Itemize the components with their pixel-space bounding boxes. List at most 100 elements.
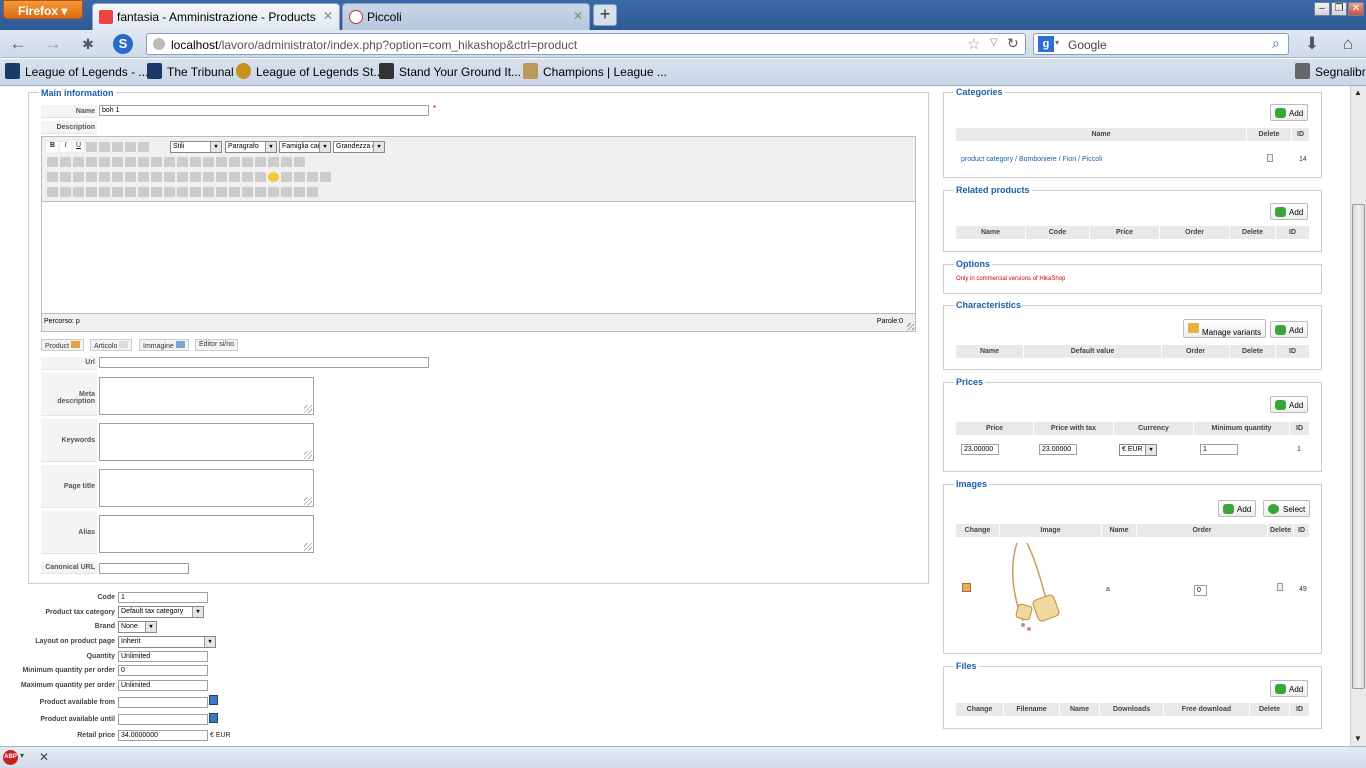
sync-icon[interactable]: S (113, 34, 133, 54)
cleanup-icon[interactable] (203, 157, 214, 167)
html-icon[interactable] (229, 157, 240, 167)
col-before-icon[interactable] (125, 172, 136, 182)
row-before-icon[interactable] (86, 172, 97, 182)
available-from-input[interactable] (118, 697, 208, 708)
subscript-icon[interactable] (229, 172, 240, 182)
alias-textarea[interactable] (99, 515, 314, 553)
redo-icon[interactable] (138, 157, 149, 167)
retail-price-input[interactable]: 34.0000000 (118, 730, 208, 741)
calendar-icon[interactable] (209, 695, 218, 705)
close-icon[interactable]: ✕ (573, 9, 583, 23)
col-after-icon[interactable] (138, 172, 149, 182)
paste-icon[interactable] (73, 187, 84, 197)
delete-row-icon[interactable] (112, 172, 123, 182)
merge-cells-icon[interactable] (177, 172, 188, 182)
scroll-down-icon[interactable]: ▼ (1354, 734, 1362, 743)
attribs-icon[interactable] (203, 187, 214, 197)
keywords-textarea[interactable] (99, 423, 314, 461)
firefox-menu-button[interactable]: Firefox ▾ (3, 0, 83, 19)
insert-article-button[interactable]: Articolo (90, 339, 133, 351)
google-icon[interactable]: g (1038, 36, 1054, 52)
align-right-icon[interactable] (125, 142, 136, 152)
close-icon[interactable]: ✕ (323, 9, 333, 23)
remove-format-icon[interactable] (203, 172, 214, 182)
paste-text-icon[interactable] (86, 187, 97, 197)
insert-date-icon[interactable] (242, 157, 253, 167)
tab-products[interactable]: fantasia - Amministrazione - Products ✕ (92, 3, 340, 30)
indent-icon[interactable] (112, 157, 123, 167)
pilcrow-icon[interactable] (320, 172, 331, 182)
bookmark-item[interactable]: League of Legends - ... (5, 63, 148, 79)
add-file-button[interactable]: Add (1270, 680, 1309, 697)
name-input[interactable]: boh 1 (99, 105, 429, 116)
abbr-icon[interactable] (151, 187, 162, 197)
category-path-link[interactable]: product category / Bomboniere / Fiori / … (961, 156, 1102, 163)
acronym-icon[interactable] (164, 187, 175, 197)
url-input[interactable] (99, 357, 429, 368)
superscript-icon[interactable] (242, 172, 253, 182)
rtl-icon[interactable] (307, 172, 318, 182)
reload-icon[interactable]: ↻ (1007, 35, 1019, 52)
min-quantity-input[interactable]: 0 (118, 665, 208, 676)
meta-description-textarea[interactable] (99, 377, 314, 415)
copy-icon[interactable] (60, 187, 71, 197)
max-quantity-input[interactable]: Unlimited (118, 680, 208, 691)
trash-icon[interactable] (1267, 154, 1273, 162)
quantity-input[interactable]: Unlimited (118, 651, 208, 662)
adblock-icon[interactable]: ABP (3, 750, 18, 765)
template-icon[interactable] (242, 187, 253, 197)
paste-word-icon[interactable] (99, 187, 110, 197)
image-order-input[interactable]: 0 (1194, 585, 1207, 596)
quote-icon[interactable] (294, 187, 305, 197)
brand-select[interactable]: None ▾ (118, 621, 157, 633)
ltr-icon[interactable] (294, 172, 305, 182)
charmap-icon[interactable] (255, 172, 266, 182)
cite-icon[interactable] (307, 187, 318, 197)
fullscreen-icon[interactable] (294, 157, 305, 167)
editor-content-area[interactable] (42, 201, 915, 314)
split-cells-icon[interactable] (164, 172, 175, 182)
preview-icon[interactable] (268, 187, 279, 197)
cell-props-icon[interactable] (73, 172, 84, 182)
del-icon[interactable] (177, 187, 188, 197)
delete-col-icon[interactable] (151, 172, 162, 182)
strikethrough-icon[interactable] (86, 142, 97, 152)
cut-icon[interactable] (47, 187, 58, 197)
ins-icon[interactable] (190, 187, 201, 197)
replace-icon[interactable] (60, 157, 71, 167)
bookmark-item[interactable]: League of Legends St... (236, 63, 383, 79)
print-icon[interactable] (281, 187, 292, 197)
new-tab-button[interactable]: + (593, 4, 617, 26)
back-icon[interactable]: ← (8, 34, 28, 54)
dropdown-icon[interactable]: ▽ (990, 37, 998, 48)
manage-variants-button[interactable]: Manage variants (1183, 319, 1267, 338)
add-characteristic-button[interactable]: Add (1270, 321, 1309, 338)
pagebreak-icon[interactable] (255, 187, 266, 197)
add-image-button[interactable]: Add (1218, 500, 1257, 517)
align-center-icon[interactable] (112, 142, 123, 152)
text-color-icon[interactable] (268, 157, 279, 167)
link-icon[interactable] (151, 157, 162, 167)
unlink-icon[interactable] (164, 157, 175, 167)
emoticon-icon[interactable] (268, 172, 279, 182)
blockquote-icon[interactable] (229, 187, 240, 197)
scroll-up-icon[interactable]: ▲ (1354, 88, 1362, 97)
insert-table-icon[interactable] (47, 172, 58, 182)
code-input[interactable]: 1 (118, 592, 208, 603)
trash-icon[interactable] (1277, 583, 1283, 591)
tax-category-select[interactable]: Default tax category ▾ (118, 606, 204, 618)
style-props-icon[interactable] (138, 187, 149, 197)
page-title-textarea[interactable] (99, 469, 314, 507)
search-icon[interactable]: ⌕ (1272, 35, 1280, 52)
bullet-list-icon[interactable] (73, 157, 84, 167)
numbered-list-icon[interactable] (86, 157, 97, 167)
bookmark-item[interactable]: The Tribunal (147, 63, 234, 79)
outdent-icon[interactable] (99, 157, 110, 167)
media-icon[interactable] (281, 172, 292, 182)
add-price-button[interactable]: Add (1270, 396, 1309, 413)
close-window-button[interactable]: ✕ (1348, 2, 1364, 16)
restore-button[interactable]: ❐ (1331, 2, 1347, 16)
resize-handle[interactable] (907, 323, 914, 330)
font-family-select[interactable]: Famiglia car. ▾ (279, 141, 331, 153)
vertical-scrollbar[interactable]: ▲ ▼ (1350, 86, 1366, 746)
